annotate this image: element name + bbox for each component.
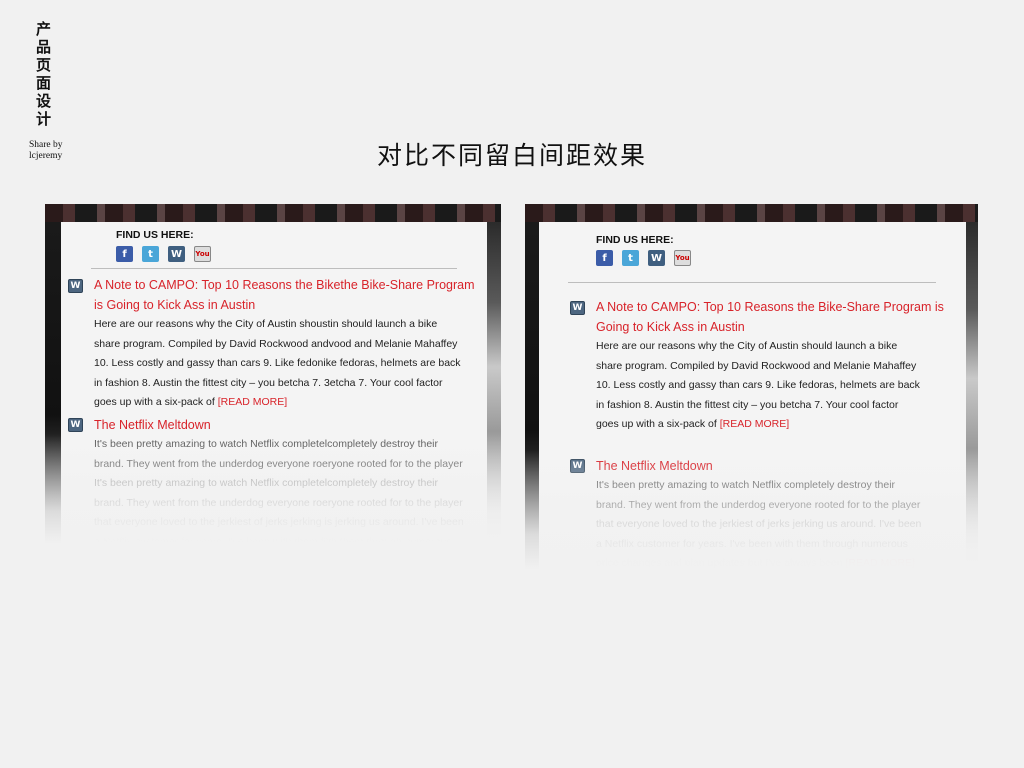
post-excerpt: Here are our reasons why the City of Aus… — [94, 318, 461, 408]
post-title-link[interactable]: The Netflix Meltdown — [596, 456, 960, 476]
post-title-link[interactable]: The Netflix Meltdown — [94, 415, 478, 435]
facebook-icon[interactable]: f — [596, 250, 613, 266]
wordpress-icon: W — [570, 459, 585, 473]
header-photo-strip — [45, 204, 501, 222]
wordpress-icon[interactable]: W — [168, 246, 185, 262]
wordpress-icon: W — [570, 301, 585, 315]
post-excerpt: It's been pretty amazing to watch Netfli… — [596, 479, 922, 569]
content-panel: FIND US HERE: f t W You W A Note to CAMP… — [539, 222, 966, 570]
find-us-label: FIND US HERE: — [116, 229, 194, 241]
wordpress-icon: W — [68, 279, 83, 293]
read-more-link[interactable]: [READ MORE] — [720, 418, 789, 430]
post-excerpt: It's been pretty amazing to watch Netfli… — [94, 438, 464, 544]
right-screenshot: FIND US HERE: f t W You W A Note to CAMP… — [525, 204, 978, 570]
twitter-icon[interactable]: t — [142, 246, 159, 262]
find-us-label: FIND US HERE: — [596, 234, 674, 246]
twitter-icon[interactable]: t — [622, 250, 639, 266]
read-more-link[interactable]: [READ MORE] — [218, 396, 287, 408]
wordpress-icon[interactable]: W — [648, 250, 665, 266]
divider — [91, 268, 457, 269]
left-screenshot: FIND US HERE: f t W You W A Note to CAMP… — [45, 204, 501, 544]
post-excerpt: Here are our reasons why the City of Aus… — [596, 340, 920, 430]
wordpress-icon: W — [68, 418, 83, 432]
vertical-caption: 产品页面设计 — [36, 20, 52, 128]
divider — [568, 282, 936, 283]
header-photo-strip — [525, 204, 978, 222]
youtube-icon[interactable]: You — [194, 246, 211, 262]
post-title-link[interactable]: A Note to CAMPO: Top 10 Reasons the Bike… — [596, 297, 960, 337]
slide-title: 对比不同留白间距效果 — [376, 141, 647, 170]
facebook-icon[interactable]: f — [116, 246, 133, 262]
social-icons: f t W You — [116, 246, 211, 262]
read-more-link[interactable]: [READ MORE] — [846, 557, 915, 569]
content-panel: FIND US HERE: f t W You W A Note to CAMP… — [61, 222, 487, 544]
post-title-link[interactable]: A Note to CAMPO: Top 10 Reasons the Bike… — [94, 275, 478, 315]
youtube-icon[interactable]: You — [674, 250, 691, 266]
social-icons: f t W You — [596, 250, 691, 266]
